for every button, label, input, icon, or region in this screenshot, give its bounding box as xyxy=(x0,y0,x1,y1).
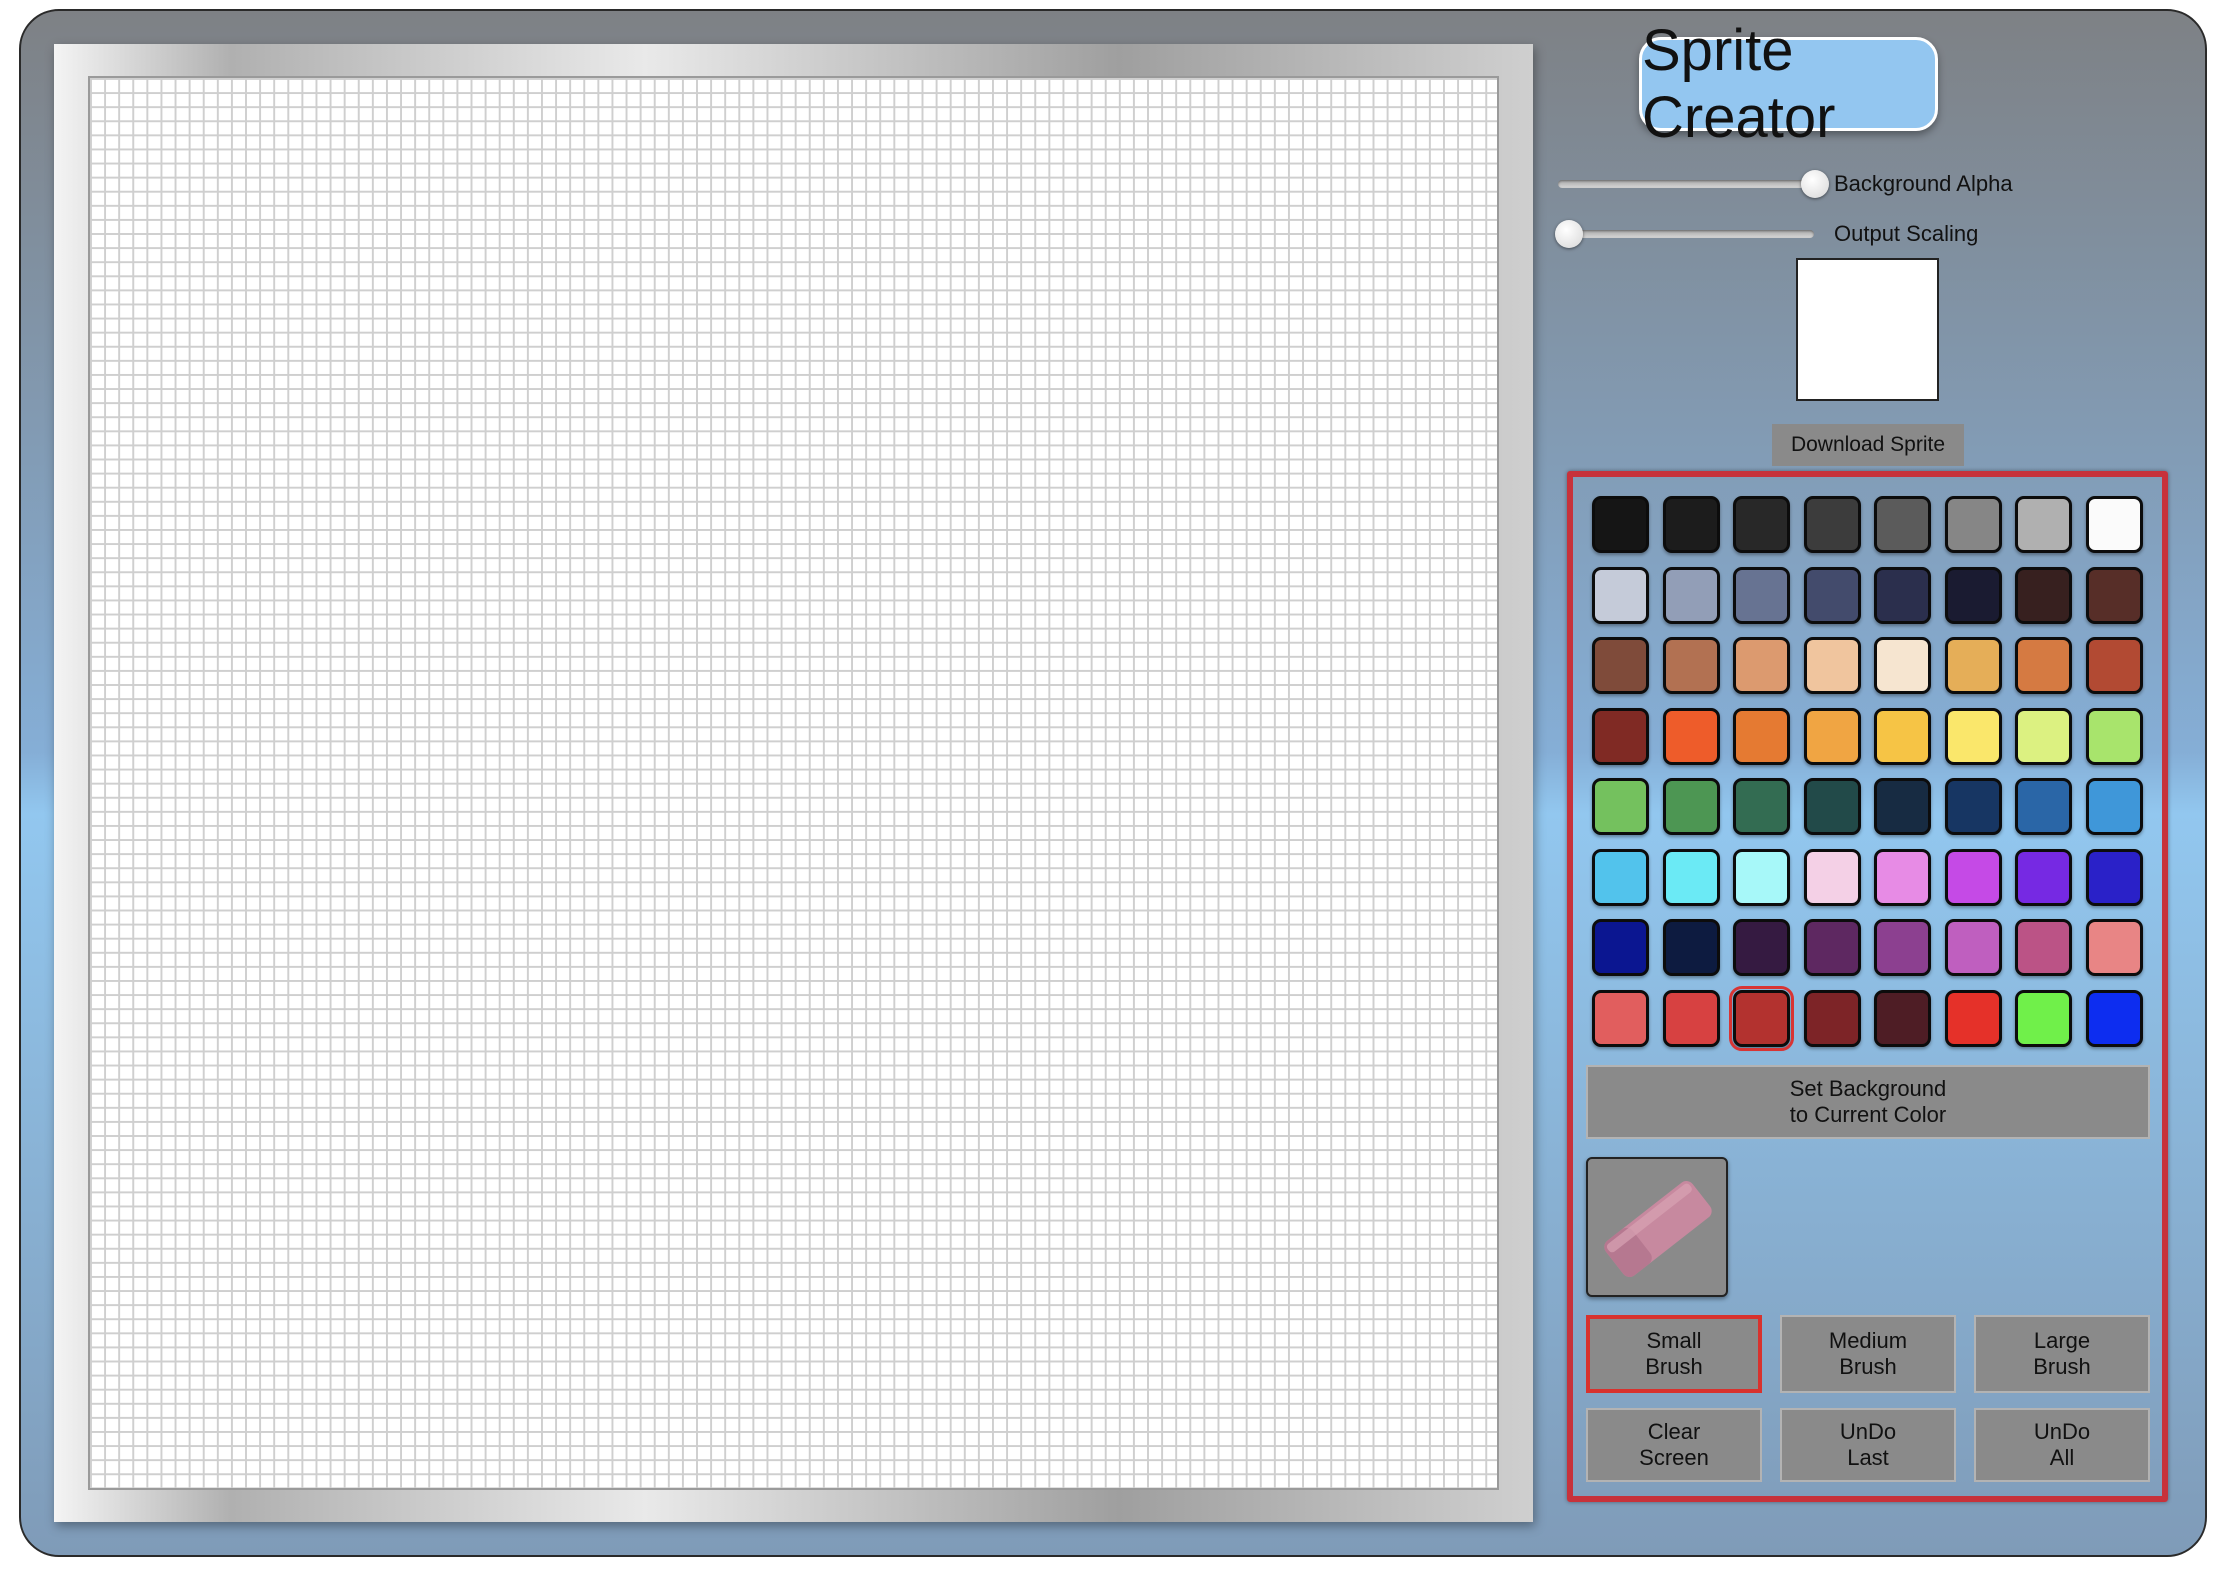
color-swatch[interactable] xyxy=(2085,566,2143,624)
color-swatch[interactable] xyxy=(2085,919,2143,976)
sprite-preview xyxy=(1796,258,1939,401)
eraser-icon xyxy=(1604,1181,1712,1277)
undo-last-button[interactable]: UnDo Last xyxy=(1780,1408,1956,1482)
medium-brush-button[interactable]: Medium Brush xyxy=(1780,1315,1956,1393)
output-scaling-label: Output Scaling xyxy=(1834,221,1979,246)
color-swatch[interactable] xyxy=(2015,778,2072,835)
color-swatch[interactable] xyxy=(1874,919,1931,976)
color-swatch[interactable] xyxy=(1803,989,1861,1047)
undo-all-button[interactable]: UnDo All xyxy=(1974,1408,2150,1482)
canvas-frame xyxy=(54,44,1533,1522)
color-swatch[interactable] xyxy=(1662,496,1720,553)
color-swatch[interactable] xyxy=(2085,637,2143,694)
color-swatch[interactable] xyxy=(1874,989,1931,1047)
color-swatch[interactable] xyxy=(2015,919,2072,976)
color-swatch[interactable] xyxy=(1733,566,1790,624)
background-alpha-slider-thumb[interactable] xyxy=(1801,170,1829,198)
color-swatch[interactable] xyxy=(1803,496,1861,553)
color-swatch[interactable] xyxy=(2015,707,2072,765)
background-alpha-slider[interactable] xyxy=(1558,180,1814,188)
color-swatch[interactable] xyxy=(2085,778,2143,835)
color-swatch[interactable] xyxy=(1592,496,1649,553)
output-scaling-slider[interactable] xyxy=(1558,230,1814,238)
color-swatch[interactable] xyxy=(2015,989,2072,1047)
color-swatch[interactable] xyxy=(1944,919,2002,976)
output-scaling-slider-row: Output Scaling xyxy=(1555,213,2058,253)
color-swatch[interactable] xyxy=(1662,566,1720,624)
pixel-canvas[interactable] xyxy=(88,76,1499,1490)
eraser-button[interactable] xyxy=(1586,1157,1728,1297)
color-swatch[interactable] xyxy=(1944,566,2002,624)
color-swatch[interactable] xyxy=(1729,985,1794,1051)
app-title: Sprite Creator xyxy=(1639,18,1938,150)
color-swatch[interactable] xyxy=(1874,637,1931,694)
color-swatch[interactable] xyxy=(2015,566,2072,624)
background-alpha-slider-row: Background Alpha xyxy=(1558,163,2058,203)
color-swatch[interactable] xyxy=(1592,566,1649,624)
color-swatch[interactable] xyxy=(2085,848,2143,906)
color-swatch[interactable] xyxy=(1803,848,1861,906)
color-swatch[interactable] xyxy=(1803,637,1861,694)
color-swatch[interactable] xyxy=(1733,848,1790,906)
color-swatch[interactable] xyxy=(2015,848,2072,906)
color-swatch[interactable] xyxy=(1803,707,1861,765)
color-swatch[interactable] xyxy=(1592,707,1649,765)
color-swatch[interactable] xyxy=(1803,566,1861,624)
color-swatch[interactable] xyxy=(2085,496,2143,553)
color-swatch[interactable] xyxy=(1803,919,1861,976)
color-swatch[interactable] xyxy=(1662,778,1720,835)
color-swatch[interactable] xyxy=(1874,496,1931,553)
color-swatch[interactable] xyxy=(1662,637,1720,694)
color-swatch[interactable] xyxy=(2015,637,2072,694)
color-swatch[interactable] xyxy=(1733,707,1790,765)
color-swatch[interactable] xyxy=(1944,496,2002,553)
color-swatch[interactable] xyxy=(1874,778,1931,835)
color-swatch[interactable] xyxy=(2085,707,2143,765)
color-swatch[interactable] xyxy=(1733,919,1790,976)
background-alpha-label: Background Alpha xyxy=(1834,171,2013,196)
color-swatch[interactable] xyxy=(1874,707,1931,765)
color-swatch[interactable] xyxy=(1662,848,1720,906)
set-background-button[interactable]: Set Background to Current Color xyxy=(1586,1065,2150,1139)
download-sprite-button[interactable]: Download Sprite xyxy=(1772,424,1964,466)
color-swatch[interactable] xyxy=(1874,566,1931,624)
color-swatch[interactable] xyxy=(1592,778,1649,835)
color-swatch[interactable] xyxy=(2015,496,2072,553)
color-swatch[interactable] xyxy=(1592,848,1649,906)
color-swatch[interactable] xyxy=(1733,637,1790,694)
color-swatch[interactable] xyxy=(1592,989,1649,1047)
color-swatch[interactable] xyxy=(1803,778,1861,835)
color-swatch[interactable] xyxy=(1592,637,1649,694)
color-swatch[interactable] xyxy=(1592,919,1649,976)
output-scaling-slider-thumb[interactable] xyxy=(1555,220,1583,248)
color-swatch[interactable] xyxy=(1662,707,1720,765)
color-swatch[interactable] xyxy=(1662,919,1720,976)
color-swatch[interactable] xyxy=(1944,707,2002,765)
color-swatch[interactable] xyxy=(1733,778,1790,835)
color-swatch[interactable] xyxy=(1733,496,1790,553)
color-swatch[interactable] xyxy=(1944,848,2002,906)
clear-screen-button[interactable]: Clear Screen xyxy=(1586,1408,1762,1482)
color-swatch[interactable] xyxy=(2085,989,2143,1047)
color-swatch[interactable] xyxy=(1662,989,1720,1047)
color-swatch[interactable] xyxy=(1944,778,2002,835)
color-swatch[interactable] xyxy=(1874,848,1931,906)
color-swatch[interactable] xyxy=(1944,637,2002,694)
color-swatch[interactable] xyxy=(1944,989,2002,1047)
small-brush-button[interactable]: Small Brush xyxy=(1586,1315,1762,1393)
large-brush-button[interactable]: Large Brush xyxy=(1974,1315,2150,1393)
